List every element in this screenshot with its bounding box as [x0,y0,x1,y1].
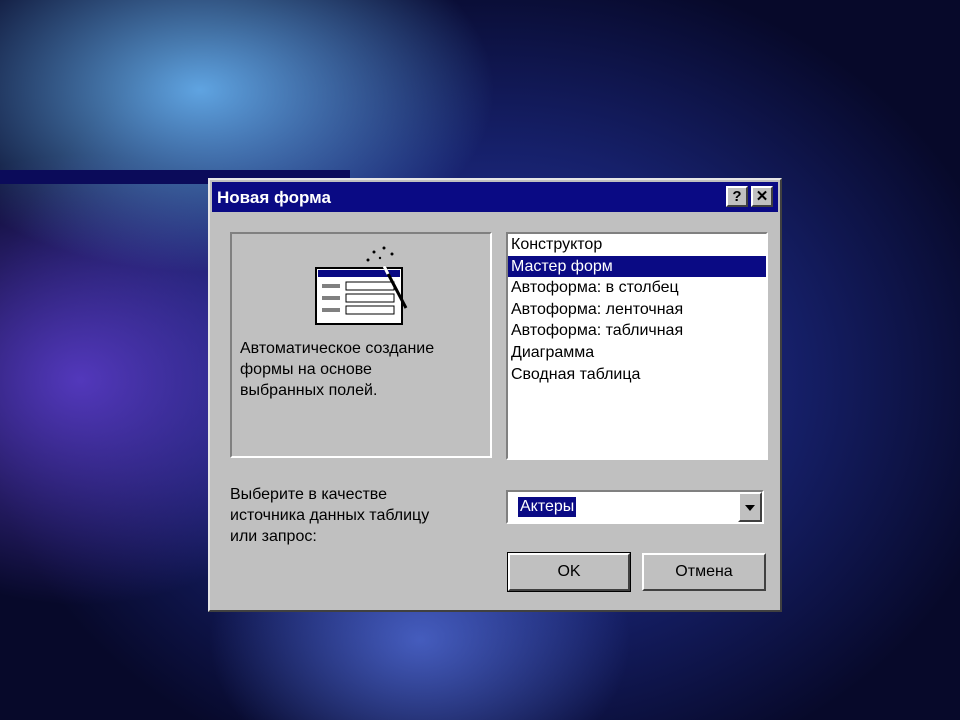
cancel-button[interactable]: Отмена [642,553,766,591]
new-form-dialog: Новая форма ? ✕ Автоматическое создание … [208,178,782,612]
list-item-pivot-table[interactable]: Сводная таблица [508,364,766,386]
dialog-titlebar[interactable]: Новая форма ? ✕ [212,182,778,212]
list-item-constructor[interactable]: Конструктор [508,234,766,256]
preview-panel: Автоматическое создание формы на основе … [230,232,492,458]
ok-button[interactable]: OK [507,552,631,592]
list-item-autoform-datasheet[interactable]: Автоформа: табличная [508,320,766,342]
list-item-autoform-tabular[interactable]: Автоформа: ленточная [508,299,766,321]
dropdown-arrow-icon[interactable] [738,492,762,522]
form-type-list[interactable]: Конструктор Мастер форм Автоформа: в сто… [506,232,768,460]
data-source-label: Выберите в качестве источника данных таб… [230,486,430,545]
data-source-combobox[interactable]: Актеры [506,490,764,524]
data-source-value[interactable]: Актеры [518,497,577,517]
wizard-form-icon [315,246,408,325]
help-button[interactable]: ? [726,186,748,207]
dialog-title: Новая форма [217,188,331,207]
close-button[interactable]: ✕ [751,186,773,207]
list-item-chart[interactable]: Диаграмма [508,342,766,364]
list-item-form-wizard[interactable]: Мастер форм [508,255,766,278]
form-type-description: Автоматическое создание формы на основе … [240,340,435,399]
list-item-autoform-column[interactable]: Автоформа: в столбец [508,277,766,299]
